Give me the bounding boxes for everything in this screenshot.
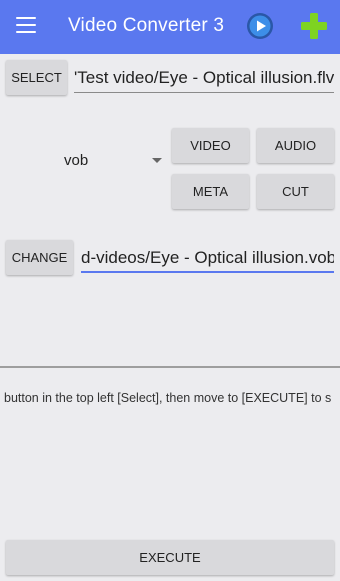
format-value: vob: [64, 152, 89, 169]
select-button[interactable]: SELECT: [6, 60, 67, 95]
app-bar: Video Converter 3: [0, 0, 340, 54]
app-title: Video Converter 3: [68, 15, 225, 36]
instruction-text: button in the top left [Select], then mo…: [4, 391, 332, 405]
execute-button[interactable]: EXECUTE: [6, 540, 334, 575]
play-circle-icon[interactable]: [246, 12, 274, 40]
video-button[interactable]: VIDEO: [172, 128, 249, 163]
menu-icon[interactable]: [16, 17, 36, 33]
output-path-field[interactable]: d-videos/Eye - Optical illusion.vob: [81, 248, 334, 273]
cut-button[interactable]: CUT: [257, 174, 334, 209]
divider: [0, 366, 340, 368]
dropdown-arrow-icon: [152, 158, 162, 163]
change-button[interactable]: CHANGE: [6, 240, 73, 275]
audio-button[interactable]: AUDIO: [257, 128, 334, 163]
input-path-field[interactable]: 'Test video/Eye - Optical illusion.flv: [74, 68, 334, 93]
format-spinner[interactable]: vob: [64, 152, 168, 172]
plus-icon[interactable]: [300, 12, 328, 40]
meta-button[interactable]: META: [172, 174, 249, 209]
